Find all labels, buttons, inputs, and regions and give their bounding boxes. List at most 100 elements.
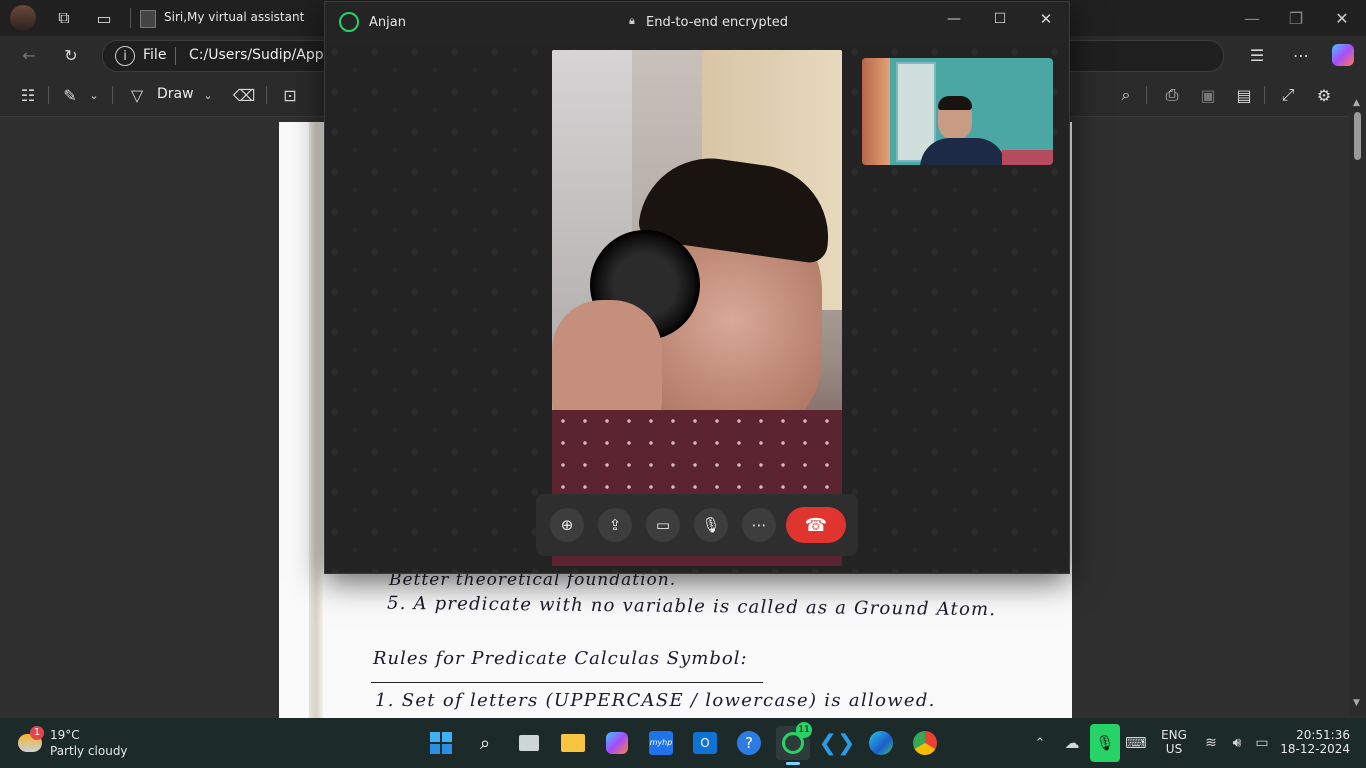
remote-video-feed — [552, 50, 842, 566]
wifi-icon[interactable]: ≋ — [1200, 732, 1222, 754]
url-text[interactable]: C:/Users/Sudip/AppDa — [189, 47, 343, 63]
draw-icon[interactable]: ▽ — [126, 83, 148, 107]
profile-avatar[interactable] — [10, 5, 36, 31]
weather-temp: 19°C — [50, 728, 80, 742]
whatsapp-taskbar-icon[interactable]: 11 — [776, 722, 812, 765]
encryption-label: End-to-end encrypted — [646, 15, 789, 30]
toolbar-divider — [1264, 86, 1265, 104]
file-scheme-label: File — [143, 47, 167, 63]
close-icon[interactable]: ✕ — [1330, 6, 1354, 30]
tab-active[interactable]: Siri,My virtual assistant — [138, 4, 328, 32]
maximize-icon[interactable]: ☐ — [989, 8, 1011, 30]
doc-heading-underline — [371, 682, 763, 683]
workspaces-icon[interactable]: ⧉ — [52, 6, 76, 30]
url-separator — [175, 47, 176, 65]
end-call-icon: ☎︎ — [804, 514, 828, 536]
scrollbar-up-icon[interactable]: ▲ — [1353, 98, 1360, 108]
task-view-icon[interactable] — [512, 726, 546, 760]
contents-icon[interactable]: ☷ — [16, 83, 40, 107]
lock-icon: 🔒︎ — [629, 14, 635, 27]
active-indicator — [786, 762, 800, 765]
language-indicator[interactable]: ENG US — [1156, 728, 1192, 760]
page-scan-edge — [309, 122, 323, 718]
get-help-icon[interactable]: ? — [732, 726, 766, 760]
draw-label[interactable]: Draw — [157, 86, 194, 102]
self-video-preview[interactable] — [862, 58, 1053, 165]
bed — [1002, 150, 1053, 165]
chevron-up-icon[interactable]: ⌃ — [1030, 732, 1050, 754]
restore-icon[interactable]: ❐ — [1284, 6, 1308, 30]
windows-taskbar: 1 19°C Partly cloudy ⌕ myhp O ? 11 ❮❯ ⌃ … — [0, 718, 1366, 768]
doc-line-5: 5. A predicate with no variable is calle… — [386, 592, 997, 621]
settings-more-icon[interactable]: ⋯ — [1288, 42, 1314, 68]
clock-time: 20:51:36 — [1296, 728, 1350, 742]
scrollbar-down-icon[interactable]: ▼ — [1353, 698, 1360, 708]
favorites-icon[interactable]: ☰ — [1244, 42, 1270, 68]
screen-share-icon[interactable]: ⇪ — [598, 508, 632, 542]
weather-widget[interactable]: 1 19°C Partly cloudy — [14, 724, 144, 762]
doc-rule-1: 1. Set of letters (UPPERCASE / lowercase… — [375, 690, 936, 711]
microphone-icon[interactable]: 🎙︎ — [694, 508, 728, 542]
tab-favicon — [140, 10, 156, 28]
doc-heading: Rules for Predicate Calculas Symbol: — [373, 648, 748, 669]
keyboard-icon[interactable]: ⌨ — [1124, 732, 1148, 754]
end-call-button[interactable]: ☎︎ — [786, 507, 846, 543]
whatsapp-badge: 11 — [796, 722, 812, 738]
call-controls: ⊕ ⇪ ▭ 🎙︎ ⋯ ☎︎ — [536, 494, 858, 556]
chevron-down-icon[interactable]: ⌄ — [200, 83, 216, 107]
whatsapp-call-window: Anjan 🔒︎ End-to-end encrypted — ☐ ✕ ⊕ ⇪ … — [324, 1, 1070, 574]
back-icon[interactable]: ← — [16, 42, 42, 68]
vscode-icon[interactable]: ❮❯ — [819, 726, 856, 760]
scrollbar-thumb[interactable] — [1354, 112, 1361, 160]
language-line-1: ENG — [1161, 728, 1187, 742]
curtain — [862, 58, 890, 165]
scrollbar[interactable]: ▲ ▼ — [1349, 96, 1366, 716]
start-icon[interactable] — [424, 726, 458, 760]
save-icon[interactable]: ▣ — [1196, 83, 1220, 107]
call-titlebar: Anjan 🔒︎ End-to-end encrypted — ☐ ✕ — [325, 2, 1069, 42]
clock[interactable]: 20:51:36 18-12-2024 — [1280, 728, 1350, 760]
toolbar-divider — [112, 86, 113, 104]
weather-desc: Partly cloudy — [50, 744, 128, 758]
self-body — [920, 138, 1006, 165]
chevron-down-icon[interactable]: ⌄ — [86, 83, 102, 107]
minimize-icon[interactable]: — — [1240, 6, 1264, 30]
outlook-icon[interactable]: O — [688, 726, 722, 760]
search-icon[interactable]: ⌕ — [1114, 83, 1138, 107]
refresh-icon[interactable]: ↻ — [58, 42, 84, 68]
save-as-icon[interactable]: ▤ — [1232, 83, 1256, 107]
minimize-icon[interactable]: — — [943, 8, 965, 30]
file-explorer-icon[interactable] — [556, 726, 590, 760]
language-line-2: US — [1165, 742, 1183, 756]
add-participant-icon[interactable]: ⊕ — [550, 508, 584, 542]
search-icon[interactable]: ⌕ — [468, 726, 502, 760]
video-camera-icon[interactable]: ▭ — [646, 508, 680, 542]
highlight-icon[interactable]: ✎ — [58, 83, 82, 107]
erase-icon[interactable]: ⌫ — [232, 83, 256, 107]
info-icon[interactable]: i — [115, 46, 135, 66]
tab-title: Siri,My virtual assistant — [164, 10, 305, 24]
chrome-icon[interactable] — [908, 726, 942, 760]
weather-badge: 1 — [30, 726, 44, 740]
onedrive-icon[interactable]: ☁ — [1060, 732, 1084, 754]
toolbar-divider — [48, 86, 49, 104]
whatsapp-icon — [339, 12, 359, 32]
close-icon[interactable]: ✕ — [1035, 8, 1057, 30]
battery-icon[interactable]: ▭ — [1250, 732, 1274, 754]
copilot-icon[interactable] — [600, 726, 634, 760]
myhp-icon[interactable]: myhp — [644, 726, 678, 760]
copilot-icon[interactable] — [1332, 44, 1354, 66]
gear-icon[interactable]: ⚙ — [1312, 83, 1336, 107]
toolbar-divider — [1146, 86, 1147, 104]
print-icon[interactable]: ⎙ — [1160, 83, 1184, 107]
edge-icon[interactable] — [864, 726, 898, 760]
text-box-icon[interactable]: ⊡ — [278, 83, 302, 107]
self-hair — [938, 96, 972, 110]
clock-date: 18-12-2024 — [1280, 742, 1350, 756]
fullscreen-icon[interactable]: ⤢ — [1276, 83, 1300, 107]
more-options-icon[interactable]: ⋯ — [742, 508, 776, 542]
volume-icon[interactable]: 🔊︎ — [1226, 732, 1248, 754]
tab-actions-icon[interactable]: ▭ — [92, 6, 116, 30]
tab-separator — [130, 8, 131, 28]
microphone-active-icon[interactable]: 🎙︎ — [1090, 724, 1120, 762]
